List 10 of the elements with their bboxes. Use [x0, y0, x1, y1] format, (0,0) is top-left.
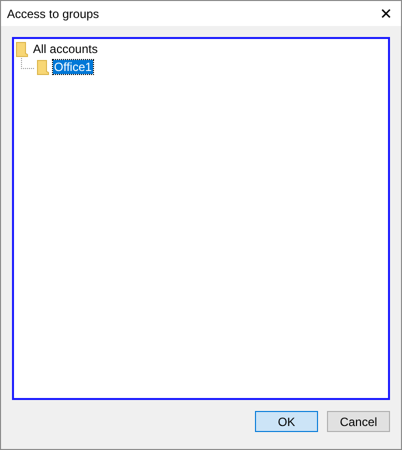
folder-icon — [37, 60, 49, 74]
tree-item[interactable]: Office1 — [53, 60, 93, 74]
tree-item[interactable]: All accounts — [32, 42, 99, 56]
folder-icon — [16, 42, 28, 56]
ok-button[interactable]: OK — [255, 411, 318, 432]
tree-view[interactable]: All accounts Office1 — [12, 37, 390, 400]
cancel-button[interactable]: Cancel — [327, 411, 390, 432]
close-button[interactable]: ✕ — [371, 1, 401, 26]
window-title: Access to groups — [7, 6, 100, 20]
tree-line — [21, 58, 34, 68]
